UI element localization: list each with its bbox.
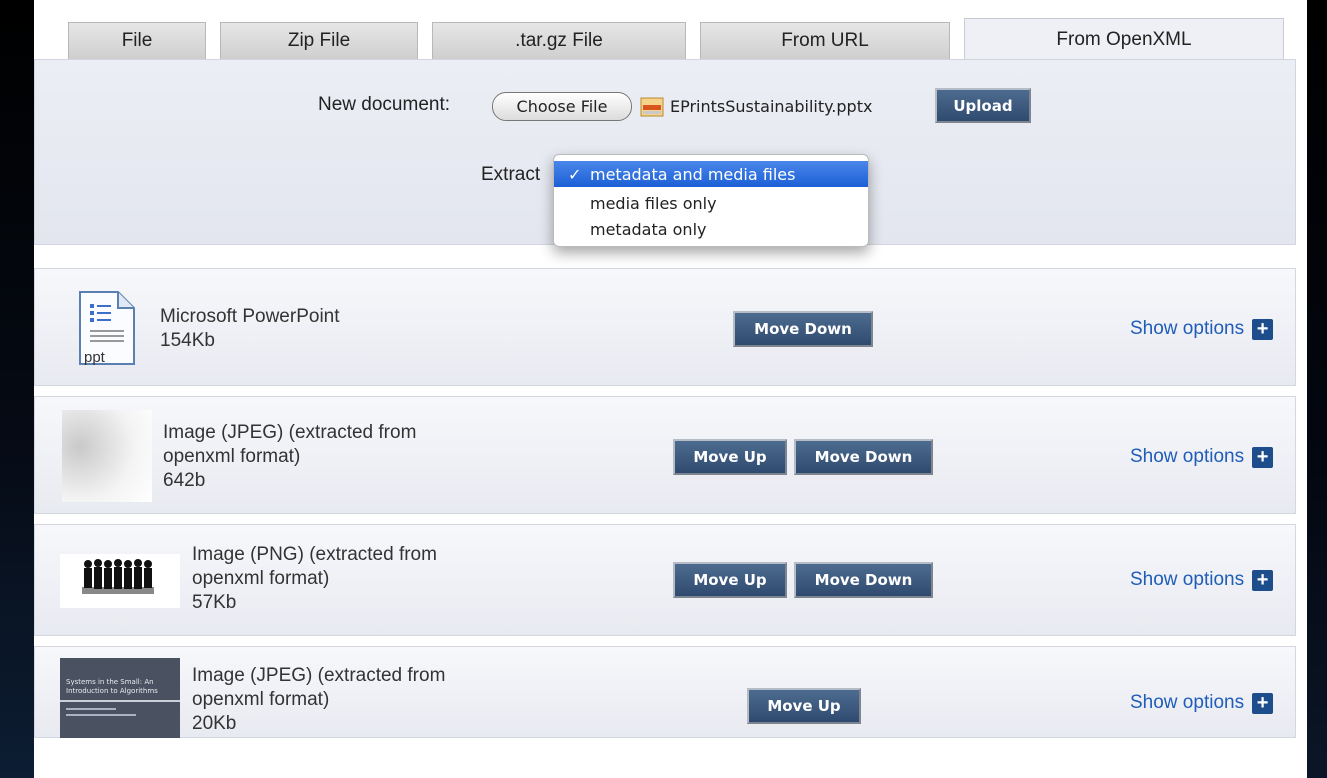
document-info: Image (PNG) (extracted from openxml form… <box>192 543 437 615</box>
document-format: openxml format) <box>163 446 301 467</box>
move-up-button[interactable]: Move Up <box>673 562 787 598</box>
jpeg-slide-thumbnail: Systems in the Small: An Introduction to… <box>60 658 180 738</box>
choose-file-button[interactable]: Choose File <box>492 92 632 121</box>
extract-option-metadata-and-media[interactable]: ✓ metadata and media files <box>554 161 868 187</box>
show-options-link[interactable]: Show options + <box>1130 446 1274 468</box>
move-down-button[interactable]: Move Down <box>794 562 933 598</box>
document-info: Image (JPEG) (extracted from openxml for… <box>163 421 416 493</box>
selected-file-name: EPrintsSustainability.pptx <box>670 97 873 116</box>
plus-icon: + <box>1252 692 1274 714</box>
tab-from-openxml[interactable]: From OpenXML <box>964 18 1284 60</box>
tab-zip-file[interactable]: Zip File <box>220 22 418 59</box>
tab-from-url[interactable]: From URL <box>700 22 950 59</box>
ppt-icon-text: ppt <box>84 349 105 366</box>
window-frame-left <box>0 0 34 778</box>
extract-label: Extract <box>481 164 541 185</box>
show-options-label: Show options <box>1130 692 1245 713</box>
png-thumbnail <box>60 554 180 608</box>
document-format: Microsoft PowerPoint <box>160 306 340 327</box>
checkmark-icon: ✓ <box>568 164 582 184</box>
show-options-label: Show options <box>1130 569 1245 590</box>
show-options-link[interactable]: Show options + <box>1130 569 1274 591</box>
show-options-label: Show options <box>1130 446 1245 467</box>
move-up-button[interactable]: Move Up <box>747 688 861 724</box>
option-label: metadata and media files <box>590 164 796 184</box>
document-info: Image (JPEG) (extracted from openxml for… <box>192 664 445 736</box>
document-size: 20Kb <box>192 713 237 734</box>
document-format: Image (PNG) (extracted from <box>192 544 437 565</box>
thumbnail-title: Systems in the Small: An Introduction to… <box>66 678 158 695</box>
new-document-label: New document: <box>318 94 451 115</box>
document-size: 154Kb <box>160 330 215 351</box>
document-format: openxml format) <box>192 689 330 710</box>
option-label: metadata only <box>590 219 707 239</box>
jpeg-thumbnail <box>62 410 152 502</box>
tab-file[interactable]: File <box>68 22 206 59</box>
extract-option-media-only[interactable]: media files only <box>554 190 868 216</box>
tab-tar-gz-file[interactable]: .tar.gz File <box>432 22 686 59</box>
plus-icon: + <box>1252 446 1274 468</box>
show-options-label: Show options <box>1130 318 1245 339</box>
document-size: 642b <box>163 470 206 491</box>
window-frame-right <box>1307 0 1327 778</box>
document-format: openxml format) <box>192 568 330 589</box>
plus-icon: + <box>1252 569 1274 591</box>
document-format: Image (JPEG) (extracted from <box>192 665 446 686</box>
move-down-button[interactable]: Move Down <box>733 311 873 347</box>
move-up-button[interactable]: Move Up <box>673 439 787 475</box>
show-options-link[interactable]: Show options + <box>1130 318 1274 340</box>
show-options-link[interactable]: Show options + <box>1130 692 1274 714</box>
move-down-button[interactable]: Move Down <box>794 439 933 475</box>
extract-option-metadata-only[interactable]: metadata only <box>554 216 868 242</box>
plus-icon: + <box>1252 318 1274 340</box>
pptx-file-icon <box>640 97 664 117</box>
document-format: Image (JPEG) (extracted from <box>163 422 417 443</box>
document-info: Microsoft PowerPoint 154Kb <box>160 305 340 353</box>
extract-dropdown-menu[interactable]: ✓ metadata and media files media files o… <box>553 154 869 247</box>
document-size: 57Kb <box>192 592 237 613</box>
upload-button[interactable]: Upload <box>935 88 1031 123</box>
option-label: media files only <box>590 193 717 213</box>
